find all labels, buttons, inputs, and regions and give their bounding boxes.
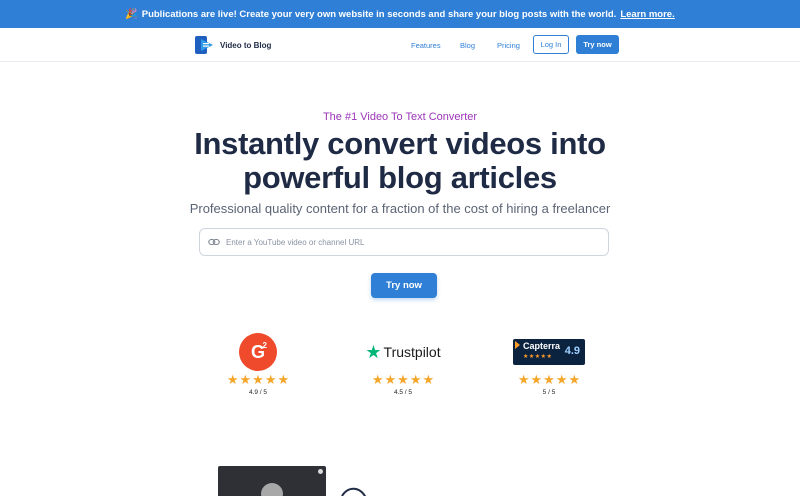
rating-stars: ★ ★ ★ ★ ★	[518, 373, 580, 386]
capterra-logo-icon: Capterra ★★★★★ 4.9	[513, 339, 585, 365]
close-icon[interactable]	[318, 469, 323, 474]
video-preview[interactable]	[218, 466, 326, 496]
hero-eyebrow: The #1 Video To Text Converter	[322, 111, 478, 123]
hero-headline: Instantly convert videos into powerful b…	[0, 127, 800, 195]
announcement-banner: 🎉 Publications are live! Create your ver…	[0, 0, 800, 28]
star-icon: ★	[264, 372, 277, 387]
star-icon: ★	[555, 372, 568, 387]
rating-score: 5 / 5	[542, 389, 556, 396]
g2-logo-icon: G2	[239, 333, 277, 371]
link-icon	[208, 238, 220, 246]
curved-arrow-icon	[341, 487, 366, 496]
headline-line-2: powerful blog articles	[243, 160, 557, 195]
rating-trustpilot: ★ Trustpilot ★ ★ ★ ★ ★ 4.5 / 5	[363, 333, 443, 397]
star-icon: ★	[568, 372, 581, 387]
capterra-flag-icon	[515, 341, 520, 349]
rating-stars: ★ ★ ★ ★ ★	[227, 373, 289, 386]
headline-line-1: Instantly convert videos into	[194, 126, 606, 161]
rating-g2: G2 ★ ★ ★ ★ ★ 4.9 / 5	[218, 333, 298, 396]
brand-logo[interactable]: Video to Blog	[194, 34, 271, 56]
capterra-wordmark: Capterra	[523, 341, 561, 351]
star-icon: ★	[397, 372, 409, 387]
capterra-badge-score: 4.9	[564, 345, 580, 357]
trustpilot-wordmark: Trustpilot	[383, 344, 441, 360]
star-icon: ★	[226, 372, 239, 387]
star-icon: ★	[422, 372, 435, 387]
rating-stars: ★ ★ ★ ★ ★	[372, 373, 434, 386]
nav-link-features[interactable]: Features	[411, 41, 441, 50]
star-icon: ★	[530, 372, 543, 387]
url-input-container[interactable]	[199, 228, 609, 256]
nav-link-pricing[interactable]: Pricing	[497, 41, 520, 50]
rating-score: 4.9 / 5	[248, 389, 268, 396]
youtube-url-input[interactable]	[226, 237, 596, 247]
rating-score: 4.5 / 5	[393, 389, 413, 396]
star-icon: ★	[384, 372, 397, 387]
nav-try-now-button[interactable]: Try now	[576, 35, 619, 54]
trustpilot-logo-icon: ★ Trustpilot	[365, 333, 440, 371]
hero-subhead: Professional quality content for a fract…	[189, 201, 611, 216]
hero-try-now-button[interactable]: Try now	[371, 273, 437, 298]
star-icon: ★	[239, 372, 252, 387]
star-icon: ★	[252, 372, 264, 387]
login-button[interactable]: Log In	[533, 35, 569, 54]
star-icon: ★	[277, 372, 290, 387]
star-icon: ★	[371, 372, 384, 387]
banner-text: Publications are live! Create your very …	[141, 8, 617, 20]
play-icon[interactable]	[261, 483, 283, 496]
capterra-mini-stars-icon: ★★★★★	[523, 354, 553, 360]
star-icon: ★	[543, 372, 555, 387]
star-icon: ★	[409, 372, 422, 387]
learn-more-link[interactable]: Learn more.	[620, 9, 674, 20]
nav-link-blog[interactable]: Blog	[460, 41, 475, 50]
star-icon: ★	[517, 372, 530, 387]
party-popper-icon: 🎉	[125, 8, 138, 20]
rating-capterra: Capterra ★★★★★ 4.9 ★ ★ ★ ★ ★ 5 / 5	[509, 333, 589, 396]
top-nav: Video to Blog Features Blog Pricing Log …	[0, 28, 800, 62]
trustpilot-star-icon: ★	[365, 341, 382, 362]
brand-name: Video to Blog	[220, 40, 272, 50]
video-to-blog-logo-icon	[195, 36, 213, 54]
